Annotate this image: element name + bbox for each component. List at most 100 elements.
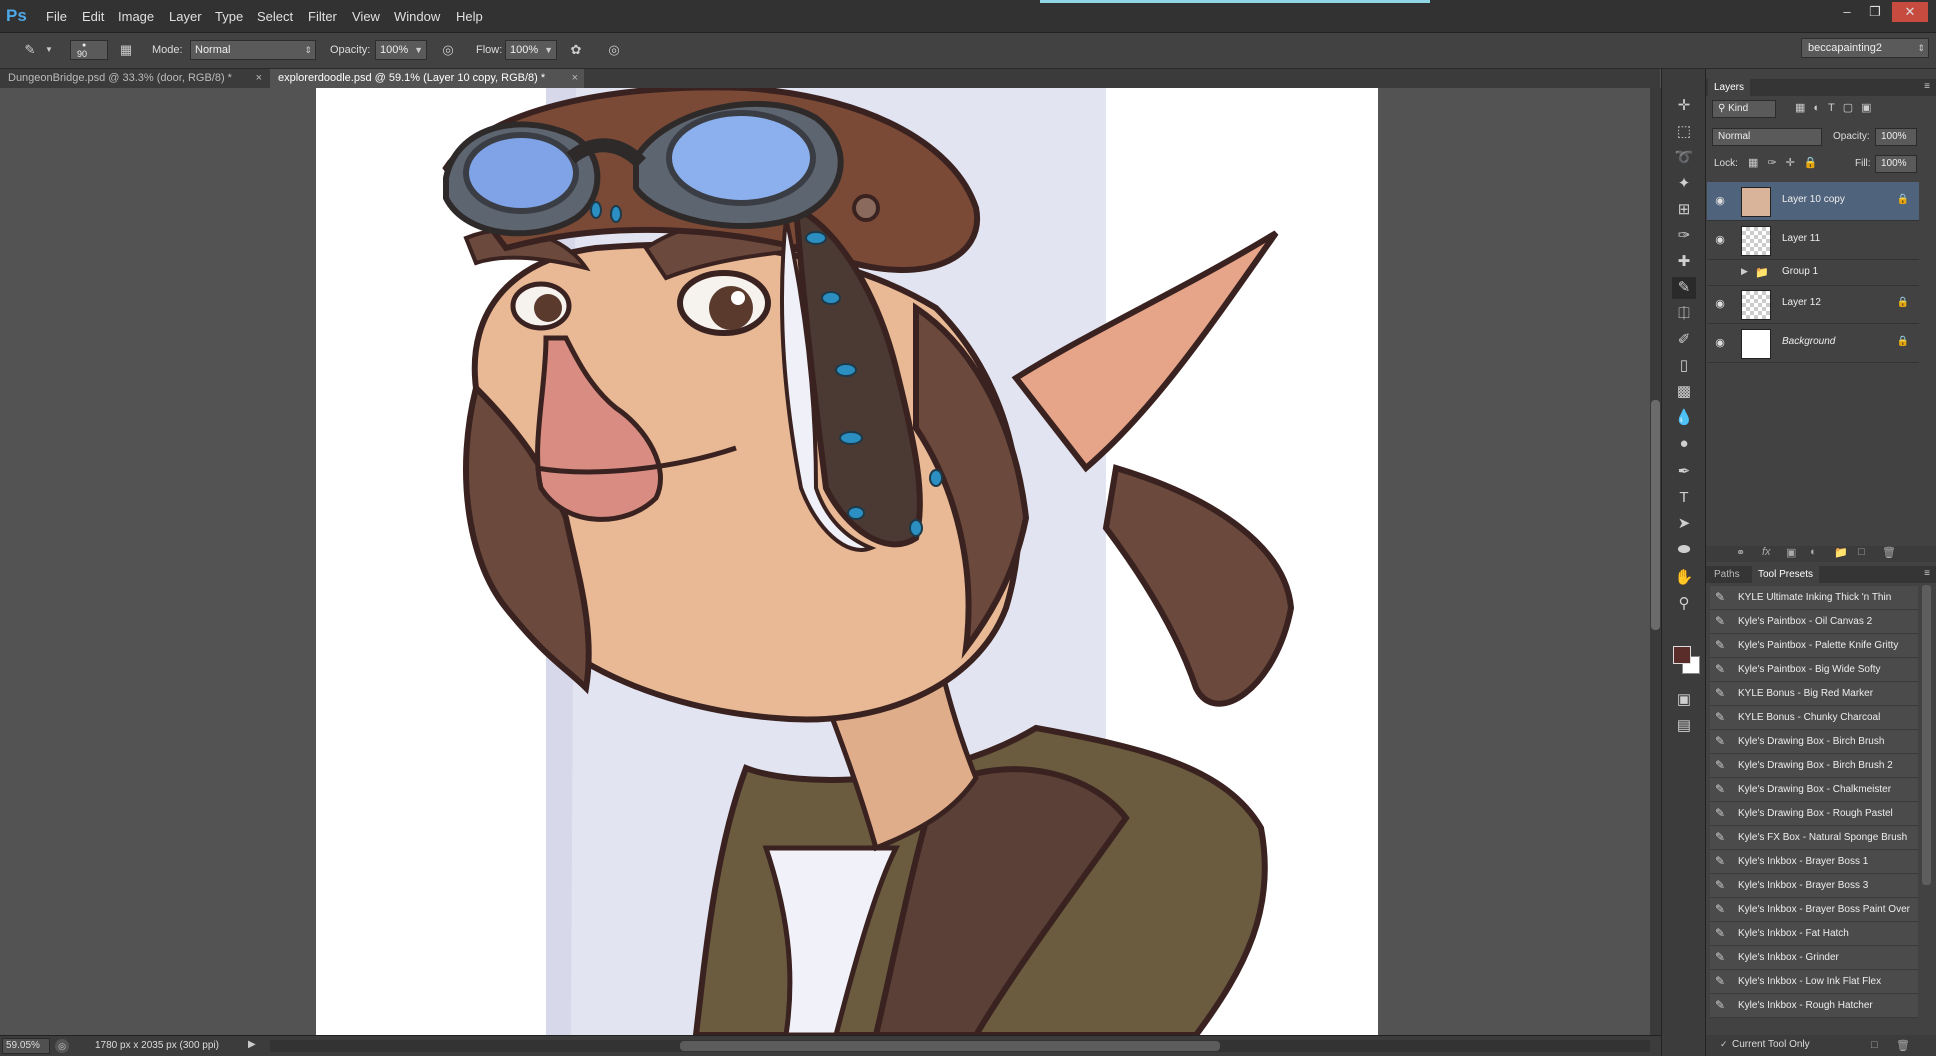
marquee-tool-icon[interactable]: ⬚ <box>1672 121 1696 143</box>
tab-paths[interactable]: Paths <box>1708 566 1746 583</box>
preset-item[interactable]: ✎ Kyle's Inkbox - Fat Hatch <box>1710 922 1918 946</box>
minimize-icon[interactable]: – <box>1834 2 1860 22</box>
layer-row-layer-11[interactable]: ◉ Layer 11 <box>1707 221 1919 260</box>
menu-filter[interactable]: Filter <box>308 9 337 24</box>
new-preset-icon[interactable]: □ <box>1871 1039 1878 1051</box>
adjustment-layer-icon[interactable]: ◐ <box>1810 546 1817 558</box>
flow-field[interactable]: 100% ▼ <box>505 40 557 60</box>
eye-icon[interactable]: ◉ <box>1713 233 1727 247</box>
menu-edit[interactable]: Edit <box>82 9 104 24</box>
preset-item[interactable]: ✎ Kyle's Paintbox - Oil Canvas 2 <box>1710 610 1918 634</box>
eye-off-icon[interactable] <box>1713 266 1727 280</box>
eye-icon[interactable]: ◉ <box>1713 336 1727 350</box>
layer-filter-select[interactable]: ⚲ Kind <box>1712 100 1776 118</box>
clone-stamp-icon[interactable]: ⎅ <box>1672 303 1696 325</box>
tab-layers[interactable]: Layers <box>1708 79 1751 96</box>
preset-item[interactable]: ✎ Kyle's Drawing Box - Birch Brush <box>1710 730 1918 754</box>
chevron-right-icon[interactable]: ▶ <box>1741 266 1748 277</box>
type-tool-icon[interactable]: T <box>1672 487 1696 509</box>
zoom-tool-icon[interactable]: ⚲ <box>1672 593 1696 615</box>
status-info-icon[interactable]: ◎ <box>55 1039 69 1053</box>
preset-item[interactable]: ✎ Kyle's Paintbox - Palette Knife Gritty <box>1710 634 1918 658</box>
blend-mode-select[interactable]: Normal <box>1712 128 1822 146</box>
trash-icon[interactable]: 🗑 <box>1896 1039 1910 1052</box>
menu-file[interactable]: File <box>46 9 67 24</box>
preset-item[interactable]: ✎ Kyle's Inkbox - Rough Hatcher <box>1710 994 1918 1018</box>
horizontal-scroll-thumb[interactable] <box>680 1041 1220 1051</box>
chevron-down-icon[interactable]: ▼ <box>44 40 54 60</box>
preset-item[interactable]: ✎ Kyle's Inkbox - Brayer Boss Paint Over <box>1710 898 1918 922</box>
preset-item[interactable]: ✎ KYLE Bonus - Big Red Marker <box>1710 682 1918 706</box>
blur-tool-icon[interactable]: 💧 <box>1672 407 1696 429</box>
restore-icon[interactable]: ❐ <box>1862 2 1888 22</box>
preset-item[interactable]: ✎ Kyle's Drawing Box - Rough Pastel <box>1710 802 1918 826</box>
trash-icon[interactable]: 🗑 <box>1882 546 1896 559</box>
lock-icons[interactable]: ▦✑✛🔒 <box>1748 156 1827 169</box>
hand-tool-icon[interactable]: ✋ <box>1672 567 1696 589</box>
preset-item[interactable]: ✎ Kyle's FX Box - Natural Sponge Brush <box>1710 826 1918 850</box>
dodge-tool-icon[interactable]: ● <box>1672 433 1696 455</box>
preset-item[interactable]: ✎ Kyle's Inkbox - Brayer Boss 1 <box>1710 850 1918 874</box>
presets-scroll-thumb[interactable] <box>1922 585 1931 885</box>
layer-row-group-1[interactable]: ▶ 📁 Group 1 <box>1707 260 1919 286</box>
brush-size-picker[interactable]: ● 90 <box>70 40 108 60</box>
foreground-color-swatch[interactable] <box>1673 646 1691 664</box>
magic-wand-icon[interactable]: ✦ <box>1672 173 1696 195</box>
airbrush-icon[interactable]: ✿ <box>566 40 586 60</box>
close-icon[interactable]: × <box>256 69 262 88</box>
preset-item[interactable]: ✎ Kyle's Paintbox - Big Wide Softy <box>1710 658 1918 682</box>
eye-icon[interactable]: ◉ <box>1713 194 1727 208</box>
close-icon[interactable]: × <box>572 69 578 88</box>
doc-tab-dungeonbridge[interactable]: DungeonBridge.psd @ 33.3% (door, RGB/8) … <box>0 69 268 88</box>
preset-item[interactable]: ✎ Kyle's Inkbox - Brayer Boss 3 <box>1710 874 1918 898</box>
eraser-icon[interactable]: ▯ <box>1672 355 1696 377</box>
tab-tool-presets[interactable]: Tool Presets <box>1752 566 1820 583</box>
menu-select[interactable]: Select <box>257 9 293 24</box>
gradient-tool-icon[interactable]: ▩ <box>1672 381 1696 403</box>
brush-panel-icon[interactable]: ▦ <box>116 40 136 60</box>
opacity-field[interactable]: 100% ▼ <box>375 40 427 60</box>
artwork-canvas[interactable] <box>316 88 1378 1035</box>
pressure-size-icon[interactable]: ◎ <box>604 40 624 60</box>
new-group-icon[interactable]: 📁 <box>1834 546 1848 559</box>
fill-field[interactable]: 100% <box>1875 155 1917 173</box>
menu-view[interactable]: View <box>352 9 380 24</box>
panel-menu-icon[interactable]: ≡ <box>1924 568 1930 579</box>
menu-layer[interactable]: Layer <box>169 9 202 24</box>
photoshop-logo[interactable]: Ps <box>6 6 32 27</box>
layer-row-layer-12[interactable]: ◉ Layer 12 🔒 <box>1707 285 1919 324</box>
brush-tool-icon[interactable]: ✎ <box>1672 277 1696 299</box>
pressure-opacity-icon[interactable]: ◎ <box>438 40 458 60</box>
screen-mode-icon[interactable]: ▤ <box>1672 715 1696 737</box>
history-brush-icon[interactable]: ✐ <box>1672 329 1696 351</box>
new-layer-icon[interactable]: □ <box>1858 546 1865 558</box>
layer-filter-icons[interactable]: ▦◐T▢▣ <box>1795 101 1880 114</box>
close-icon[interactable]: ✕ <box>1892 2 1928 22</box>
menu-window[interactable]: Window <box>394 9 440 24</box>
preset-item[interactable]: ✎ Kyle's Drawing Box - Birch Brush 2 <box>1710 754 1918 778</box>
quick-mask-icon[interactable]: ▣ <box>1672 689 1696 711</box>
zoom-level-field[interactable]: 59.05% <box>2 1038 50 1054</box>
status-menu-arrow-icon[interactable]: ▶ <box>248 1039 256 1050</box>
eye-icon[interactable]: ◉ <box>1713 297 1727 311</box>
path-selection-icon[interactable]: ➤ <box>1672 513 1696 535</box>
preset-item[interactable]: ✎ KYLE Bonus - Chunky Charcoal <box>1710 706 1918 730</box>
preset-item[interactable]: ✎ Kyle's Inkbox - Low Ink Flat Flex <box>1710 970 1918 994</box>
layer-row-layer-10-copy[interactable]: ◉ Layer 10 copy 🔒 <box>1707 182 1919 221</box>
checkbox-icon[interactable]: ✓ <box>1720 1039 1728 1050</box>
preset-item[interactable]: ✎ Kyle's Drawing Box - Chalkmeister <box>1710 778 1918 802</box>
vertical-scroll-thumb[interactable] <box>1651 400 1660 630</box>
fx-icon[interactable]: fx <box>1762 546 1771 558</box>
layer-opacity-field[interactable]: 100% <box>1875 128 1917 146</box>
doc-tab-explorerdoodle[interactable]: explorerdoodle.psd @ 59.1% (Layer 10 cop… <box>270 69 584 88</box>
layer-row-background[interactable]: ◉ Background 🔒 <box>1707 324 1919 363</box>
add-mask-icon[interactable]: ▣ <box>1786 546 1796 559</box>
preset-item[interactable]: ✎ Kyle's Inkbox - Grinder <box>1710 946 1918 970</box>
canvas-area[interactable] <box>0 88 1650 1035</box>
healing-brush-icon[interactable]: ✚ <box>1672 251 1696 273</box>
menu-image[interactable]: Image <box>118 9 154 24</box>
panel-menu-icon[interactable]: ≡ <box>1924 81 1930 92</box>
menu-type[interactable]: Type <box>215 9 243 24</box>
menu-help[interactable]: Help <box>456 9 483 24</box>
workspace-select[interactable]: beccapainting2 ⇕ <box>1801 38 1929 58</box>
